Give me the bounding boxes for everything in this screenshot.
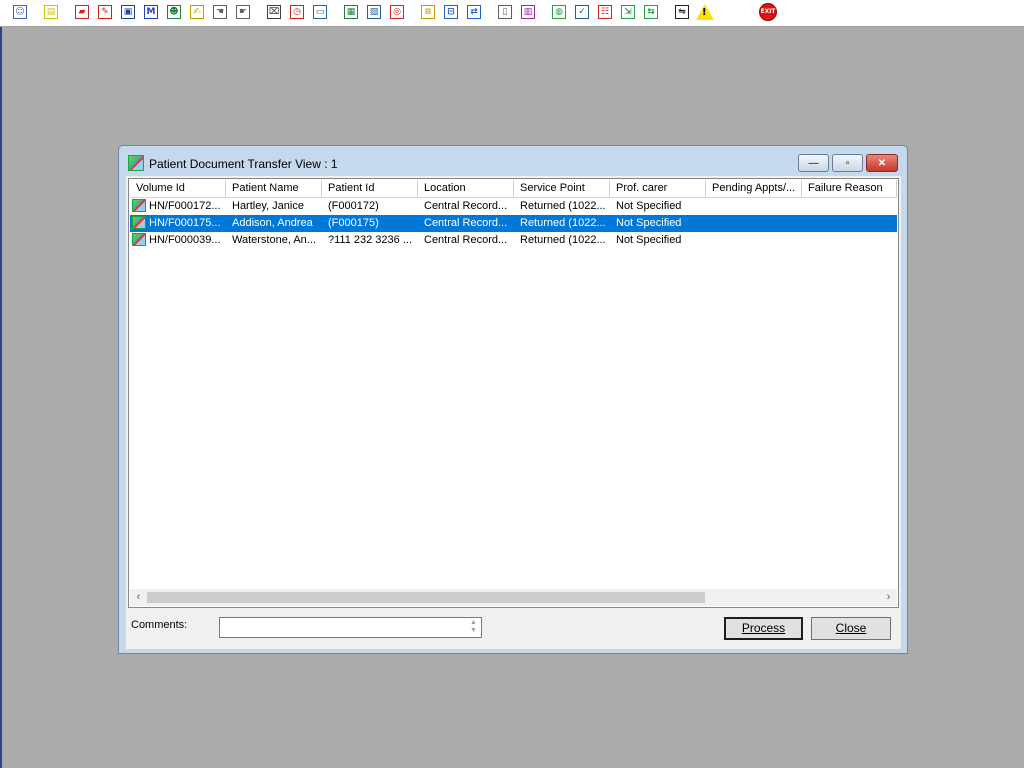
cell-patient-id: (F000172): [328, 200, 379, 212]
comments-label: Comments:: [131, 619, 188, 631]
cell-volume-id: HN/F000175...: [130, 215, 226, 232]
document-transfer-icon: [132, 199, 146, 212]
cell-patient-id: ?111 232 3236 ...: [328, 234, 412, 246]
page-icon[interactable]: ▯: [495, 2, 515, 22]
window-title: Patient Document Transfer View : 1: [149, 157, 338, 171]
list-transfer-icon[interactable]: ⇆: [641, 2, 661, 22]
column-header-prof-carer[interactable]: Prof. carer: [610, 180, 706, 198]
chart-card-icon[interactable]: ▦: [341, 2, 361, 22]
cell-volume-id: HN/F000172...: [130, 198, 226, 215]
window-titlebar[interactable]: Patient Document Transfer View : 1 — ▫ ✕: [119, 146, 907, 176]
document-transfer-icon: [132, 233, 146, 246]
desktop-left-edge: [0, 26, 2, 768]
cell-patient-name: Hartley, Janice: [232, 200, 304, 212]
list-header: Volume Id Patient Name Patient Id Locati…: [130, 180, 897, 198]
cell-pending-appts: [706, 198, 802, 215]
restore-icon: ▫: [845, 157, 850, 169]
cell-pending-appts: [706, 232, 802, 249]
table-row[interactable]: HN/F000172... Hartley, Janice (F000172) Cen…: [130, 198, 897, 215]
window-icon[interactable]: ▭: [310, 2, 330, 22]
transfer-list-view[interactable]: Volume Id Patient Name Patient Id Locati…: [128, 178, 899, 608]
list-check-icon[interactable]: ✓: [572, 2, 592, 22]
bar-chart-icon[interactable]: ▥: [518, 2, 538, 22]
book-edit-icon[interactable]: ✎: [95, 2, 115, 22]
list-person-icon[interactable]: ☷: [595, 2, 615, 22]
warning-icon[interactable]: !: [695, 2, 715, 22]
cell-volume-id: HN/F000039...: [130, 232, 226, 249]
table-row[interactable]: HN/F000039... Waterstone, An... ?111 232 3…: [130, 232, 897, 249]
process-button[interactable]: Process: [724, 617, 803, 640]
column-header-pending-appts[interactable]: Pending Appts/...: [706, 180, 802, 198]
cell-failure-reason: [802, 215, 897, 232]
main-toolbar: ☺ ▤ ▰ ✎ ▣ M ☻ ✍ ☚ ☛ ⌧ ◷ ▭ ▦ ▧ ◎ ≡ ⊟ ⇄ ▯ ▥ ◍ ✓ ☷ ⇲ ⇆ ⇋! EXIT: [0, 0, 1024, 27]
transfer-person-icon[interactable]: ⇄: [464, 2, 484, 22]
scroll-right-arrow-icon[interactable]: ›: [880, 589, 897, 606]
transfer-app-icon: [128, 155, 144, 171]
column-header-volume-id[interactable]: Volume Id: [130, 180, 226, 198]
cell-failure-reason: [802, 198, 897, 215]
cell-prof-carer: Not Specified: [616, 200, 682, 212]
window-client-area: Volume Id Patient Name Patient Id Locati…: [126, 176, 901, 649]
screen-icon[interactable]: ▣: [118, 2, 138, 22]
document-pen-icon[interactable]: ✍: [187, 2, 207, 22]
cell-service-point: Returned (1022...: [520, 217, 606, 229]
cell-patient-name: Addison, Andrea: [232, 217, 313, 229]
restore-button[interactable]: ▫: [832, 154, 863, 172]
person-card-icon[interactable]: ☻: [164, 2, 184, 22]
close-button[interactable]: Close: [811, 617, 891, 640]
cell-service-point: Returned (1022...: [520, 234, 606, 246]
document-transfer-icon: [132, 216, 146, 229]
exit-icon[interactable]: EXIT: [758, 2, 778, 22]
car-icon[interactable]: ⊟: [441, 2, 461, 22]
clock-icon[interactable]: ◷: [287, 2, 307, 22]
card-edit-icon[interactable]: ▧: [364, 2, 384, 22]
cell-location: Central Record...: [424, 217, 508, 229]
list-arrow-icon[interactable]: ⇲: [618, 2, 638, 22]
hand-right-icon[interactable]: ☛: [233, 2, 253, 22]
scan-icon[interactable]: ⌧: [264, 2, 284, 22]
cell-text: HN/F000039...: [149, 234, 221, 246]
disc-icon[interactable]: ◎: [387, 2, 407, 22]
column-header-failure-reason[interactable]: Failure Reason: [802, 180, 897, 198]
notes-icon[interactable]: ≡: [418, 2, 438, 22]
cell-prof-carer: Not Specified: [616, 234, 682, 246]
cell-text: HN/F000172...: [149, 200, 221, 212]
minimize-icon: —: [808, 157, 819, 169]
scroll-left-arrow-icon[interactable]: ‹: [130, 589, 147, 606]
column-header-location[interactable]: Location: [418, 180, 514, 198]
close-icon: ✕: [877, 157, 887, 169]
hand-left-icon[interactable]: ☚: [210, 2, 230, 22]
printer-icon[interactable]: ▤: [41, 2, 61, 22]
cell-location: Central Record...: [424, 200, 508, 212]
cell-pending-appts: [706, 215, 802, 232]
cell-service-point: Returned (1022...: [520, 200, 606, 212]
column-header-patient-id[interactable]: Patient Id: [322, 180, 418, 198]
minimize-button[interactable]: —: [798, 154, 829, 172]
patient-document-transfer-window: Patient Document Transfer View : 1 — ▫ ✕…: [118, 145, 908, 654]
cell-location: Central Record...: [424, 234, 508, 246]
horizontal-scrollbar[interactable]: ‹ ›: [130, 589, 897, 606]
comments-spin-icon[interactable]: ▲ ▼: [467, 619, 480, 636]
cell-prof-carer: Not Specified: [616, 217, 682, 229]
column-header-service-point[interactable]: Service Point: [514, 180, 610, 198]
book-icon[interactable]: ▰: [72, 2, 92, 22]
person-icon[interactable]: ☺: [10, 2, 30, 22]
mail-m-icon[interactable]: M: [141, 2, 161, 22]
scrollbar-thumb[interactable]: [147, 592, 705, 603]
column-header-patient-name[interactable]: Patient Name: [226, 180, 322, 198]
cell-failure-reason: [802, 232, 897, 249]
exchange-icon[interactable]: ⇋: [672, 2, 692, 22]
window-close-button[interactable]: ✕: [866, 154, 898, 172]
cell-patient-name: Waterstone, An...: [232, 234, 316, 246]
comments-input[interactable]: ▲ ▼: [219, 617, 482, 638]
cell-text: HN/F000175...: [149, 217, 221, 229]
globe-icon[interactable]: ◍: [549, 2, 569, 22]
cell-patient-id: (F000175): [328, 217, 379, 229]
table-row[interactable]: HN/F000175... Addison, Andrea (F000175) Cen…: [130, 215, 897, 232]
